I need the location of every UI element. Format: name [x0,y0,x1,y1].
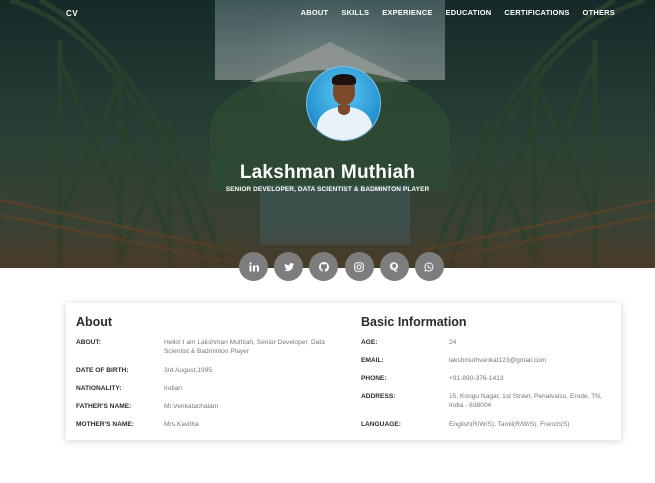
address-row: ADDRESS: 15, Kongu Nagar, 1st Street, Pe… [361,392,616,420]
social-links [239,252,450,281]
nav-link-experience[interactable]: EXPERIENCE [382,8,432,17]
phone-label: PHONE: [361,375,387,382]
linkedin-button[interactable] [239,252,268,281]
about-value: Hello! I am Lakshman Muthiah, Senior Dev… [164,339,325,355]
phone-row: PHONE: +91-890-376-1413 [361,374,616,392]
info-card: About ABOUT: Hello! I am Lakshman Muthia… [66,303,621,440]
mother-name-label: MOTHER'S NAME: [76,421,134,428]
language-value: English(R/W/S), Tamil(R/W/S), French(S) [449,421,570,428]
twitter-button[interactable] [274,252,304,281]
father-name-value: Mr.Venkatachalam [164,403,219,410]
nav-link-education[interactable]: EDUCATION [446,8,492,17]
mother-name-row: MOTHER'S NAME: Mrs.Kavitha [76,420,346,438]
nav-links: ABOUT SKILLS EXPERIENCE EDUCATION CERTIF… [288,8,615,17]
instagram-button[interactable] [344,252,374,281]
dob-label: DATE OF BIRTH: [76,367,129,374]
basic-info-section: Basic Information AGE: 24 EMAIL: lakshmu… [361,315,616,438]
github-icon [318,261,329,272]
father-name-row: FATHER'S NAME: Mr.Venkatachalam [76,402,346,420]
nav-link-certifications[interactable]: CERTIFICATIONS [504,8,569,17]
phone-value: +91-890-376-1413 [449,375,504,382]
top-navbar: CV ABOUT SKILLS EXPERIENCE EDUCATION CER… [0,0,655,26]
mother-name-value: Mrs.Kavitha [164,421,199,428]
instagram-icon [354,261,364,272]
language-label: LANGUAGE: [361,421,401,428]
nationality-row: NATIONALITY: Indian [76,384,346,402]
profile-tagline: SENIOR DEVELOPER, DATA SCIENTIST & BADMI… [225,186,430,193]
nav-link-skills[interactable]: SKILLS [341,8,369,17]
address-value: 15, Kongu Nagar, 1st Street, Perialvalsu… [449,393,602,409]
address-label: ADDRESS: [361,393,396,400]
about-label: ABOUT: [76,339,101,346]
email-value[interactable]: lakshmuthvenkat123@gmail.com [449,356,546,374]
twitter-icon [283,262,294,271]
about-section: About ABOUT: Hello! I am Lakshman Muthia… [76,315,346,438]
nationality-label: NATIONALITY: [76,385,122,392]
avatar-neck [338,105,350,115]
profile-avatar [306,66,381,141]
language-row: LANGUAGE: English(R/W/S), Tamil(R/W/S), … [361,420,616,438]
about-heading: About [76,315,113,329]
nav-link-about[interactable]: ABOUT [301,8,329,17]
github-button[interactable] [309,252,339,281]
avatar-hair [332,74,356,85]
whatsapp-icon [424,262,434,272]
dob-row: DATE OF BIRTH: 3rd August,1995 [76,366,346,384]
profile-name: Lakshman Muthiah [239,162,416,183]
nav-link-others[interactable]: OTHERS [583,8,615,17]
age-row: AGE: 24 [361,338,616,356]
linkedin-icon [248,261,259,271]
age-label: AGE: [361,339,378,346]
email-row: EMAIL: lakshmuthvenkat123@gmail.com [361,356,616,374]
quora-icon [390,261,399,272]
brand-logo[interactable]: CV [66,9,78,18]
dob-value: 3rd August,1995 [164,367,213,374]
age-value: 24 [449,339,457,346]
nationality-value: Indian [164,385,182,392]
whatsapp-button[interactable] [414,252,444,281]
basic-info-heading: Basic Information [361,315,467,329]
quora-button[interactable] [379,252,409,281]
about-row: ABOUT: Hello! I am Lakshman Muthiah, Sen… [76,338,346,366]
email-label: EMAIL: [361,357,384,364]
father-name-label: FATHER'S NAME: [76,403,132,410]
